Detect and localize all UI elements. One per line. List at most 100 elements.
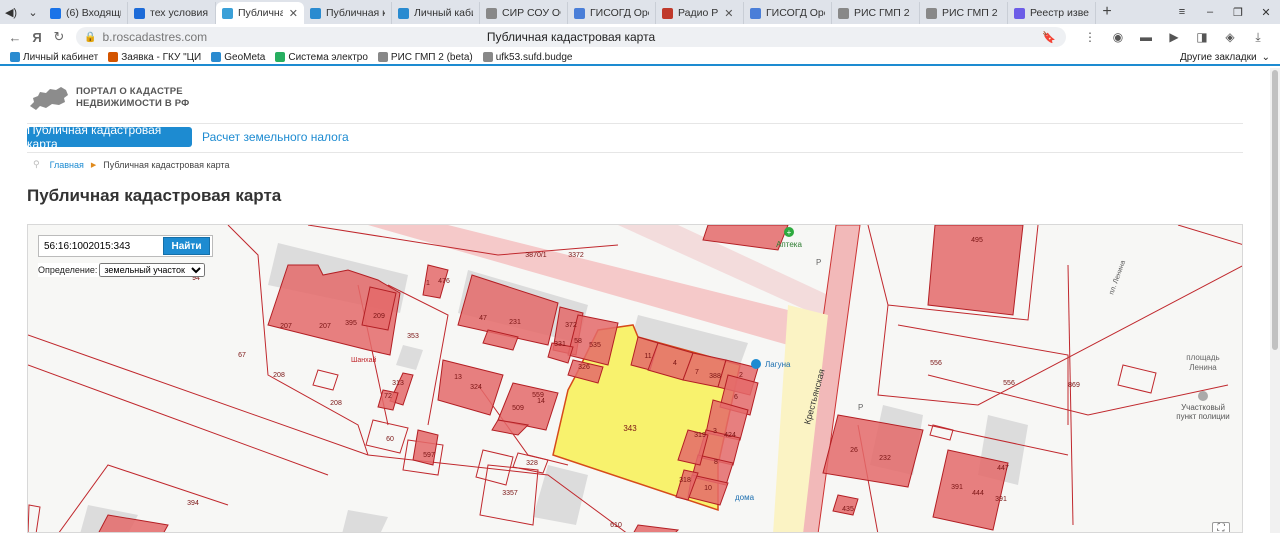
bookmark-item[interactable]: Заявка - ГКУ "ЦИ (108, 52, 201, 63)
parcel-label: 424 (724, 432, 736, 439)
parcel-label: 3357 (502, 490, 518, 497)
police-icon[interactable] (1198, 391, 1208, 401)
close-window-button[interactable]: ✕ (1252, 6, 1280, 19)
browser-tab[interactable]: Реестр извеш (1008, 2, 1096, 24)
parcel-label: 372 (565, 322, 577, 329)
other-bookmarks[interactable]: Другие закладки ⌄ (1180, 52, 1270, 63)
page-scrollbar[interactable] (1270, 68, 1280, 533)
tab-favicon-icon (838, 7, 849, 19)
bookmark-label: Личный кабинет (23, 51, 99, 63)
close-tab-icon[interactable]: ✕ (289, 7, 298, 20)
fullscreen-icon[interactable]: ⛶ (1212, 522, 1230, 532)
parcel-label: 58 (574, 338, 582, 345)
parcel-label: 3 (713, 428, 717, 435)
tab-label: ГИСОГД Орен (590, 7, 649, 19)
poi-laguna: Лагуна (765, 360, 791, 369)
parcel-label: 610 (610, 522, 622, 529)
browser-tab[interactable]: СИР СОУ ОО (480, 2, 568, 24)
browser-tab[interactable]: Личный кабин (392, 2, 480, 24)
bookmark-favicon-icon (482, 52, 493, 62)
browser-tab[interactable]: Публичная ка (304, 2, 392, 24)
close-tab-icon[interactable]: ✕ (724, 7, 733, 20)
browser-tab[interactable]: Радио Р ✕ (656, 2, 744, 24)
tabs-menu-icon[interactable]: ≡ (1168, 6, 1196, 19)
pharmacy-cross-icon: + (787, 228, 792, 237)
breadcrumb-home[interactable]: Главная (50, 160, 84, 170)
parcel-label: 535 (589, 342, 601, 349)
play-icon[interactable]: ▶ (1160, 30, 1188, 45)
tab-favicon-icon (398, 7, 409, 19)
parcel-label: 11 (644, 353, 651, 360)
browser-tab[interactable]: ГИСОГД Орен (568, 2, 656, 24)
chevron-down-icon: ⌄ (1261, 51, 1270, 63)
buildings (80, 243, 1028, 532)
tab-list-chevron-icon[interactable]: ⌄ (22, 0, 44, 24)
tab-favicon-icon (222, 7, 233, 19)
url-host: b.roscadastres.com (102, 30, 208, 44)
tab-label: РИС ГМП 2 (b (854, 7, 913, 19)
laguna-icon[interactable] (751, 359, 761, 369)
parcel-label: 556 (930, 360, 942, 367)
parcel-label: 67 (238, 352, 246, 359)
parcel-label: 869 (1068, 382, 1080, 389)
restore-button[interactable]: ❐ (1224, 6, 1252, 19)
audio-icon[interactable]: ◀) (0, 0, 22, 24)
tab-favicon-icon (750, 7, 761, 19)
yandex-icon[interactable]: Я (26, 30, 48, 45)
reload-button[interactable]: ↻ (48, 29, 70, 45)
bookmark-icon[interactable]: 🔖 (1042, 31, 1056, 44)
more-icon[interactable]: ⋮ (1076, 30, 1104, 45)
browser-tab[interactable]: Публичная ✕ (216, 2, 304, 24)
cadastral-map[interactable]: 3870/1 3372 94 1 476 209 395 207 207 353… (27, 224, 1243, 533)
parcel-label: 391 (951, 484, 963, 491)
breadcrumb: ⚲ Главная ▶ Публичная кадастровая карта (33, 159, 229, 170)
cadastral-number-input[interactable] (40, 237, 163, 255)
browser-tab[interactable]: ГИСОГД Орен (744, 2, 832, 24)
browser-tab[interactable]: тех условия о (128, 2, 216, 24)
parcel-label: 447 (997, 465, 1009, 472)
shield-icon[interactable]: ◈ (1216, 30, 1244, 45)
tab-public-map[interactable]: Публичная кадастровая карта (27, 123, 192, 151)
map-canvas[interactable]: 3870/1 3372 94 1 476 209 395 207 207 353… (28, 225, 1243, 533)
bookmark-item[interactable]: ufk53.sufd.budge (482, 52, 572, 63)
tab-label: тех условия о (150, 7, 209, 19)
tab-favicon-icon (486, 7, 497, 19)
back-button[interactable]: ← (4, 30, 26, 45)
bookmarks-panel-icon[interactable]: ◨ (1188, 30, 1216, 45)
parcel-label: 326 (578, 364, 590, 371)
bookmark-item[interactable]: GeoMeta (211, 52, 265, 63)
hat-icon[interactable]: ▬ (1132, 30, 1160, 45)
definition-select[interactable]: земельный участок (99, 263, 206, 277)
parcel-label: 353 (407, 333, 419, 340)
page-content: ПОРТАЛ О КАДАСТРЕ НЕДВИЖИМОСТИ В РФ Публ… (0, 68, 1270, 533)
poi-shanghai: Шанхай (351, 356, 376, 364)
bookmark-item[interactable]: Личный кабинет (10, 52, 98, 63)
parcel-label: 391 (995, 496, 1007, 503)
search-button[interactable]: Найти (163, 237, 210, 255)
location-pin-icon: ⚲ (33, 159, 40, 169)
site-logo[interactable]: ПОРТАЛ О КАДАСТРЕ НЕДВИЖИМОСТИ В РФ (28, 84, 190, 112)
extension-icon[interactable]: ◉ (1104, 30, 1132, 45)
bookmark-item[interactable]: РИС ГМП 2 (beta) (377, 52, 473, 63)
download-icon[interactable]: ⤓ (1244, 30, 1272, 45)
scrollbar-thumb[interactable] (1272, 70, 1278, 350)
browser-tab[interactable]: РИС ГМП 2 (b (832, 2, 920, 24)
browser-tab[interactable]: РИС ГМП 2 (b (920, 2, 1008, 24)
square-label-1: площадь (1186, 353, 1219, 362)
minimize-button[interactable]: – (1196, 6, 1224, 19)
divider (27, 152, 1243, 153)
browser-tab[interactable]: (6) Входящие (44, 2, 128, 24)
tab-favicon-icon (926, 7, 937, 19)
poi-houses: дома (735, 493, 755, 502)
parcel-label: 14 (537, 398, 545, 405)
tab-favicon-icon (574, 7, 585, 19)
bookmark-item[interactable]: Система электро (275, 52, 368, 63)
bookmark-favicon-icon (377, 52, 388, 62)
parcel-label: 208 (273, 372, 285, 379)
tab-land-tax[interactable]: Расчет земельного налога (202, 130, 349, 144)
address-bar-row: ← Я ↻ 🔒 b.roscadastres.com Публичная кад… (0, 24, 1280, 50)
new-tab-button[interactable]: + (1096, 3, 1118, 21)
parcel-label: 232 (879, 455, 891, 462)
url-field[interactable]: 🔒 b.roscadastres.com Публичная кадастров… (76, 27, 1066, 47)
tab-favicon-icon (134, 7, 145, 19)
